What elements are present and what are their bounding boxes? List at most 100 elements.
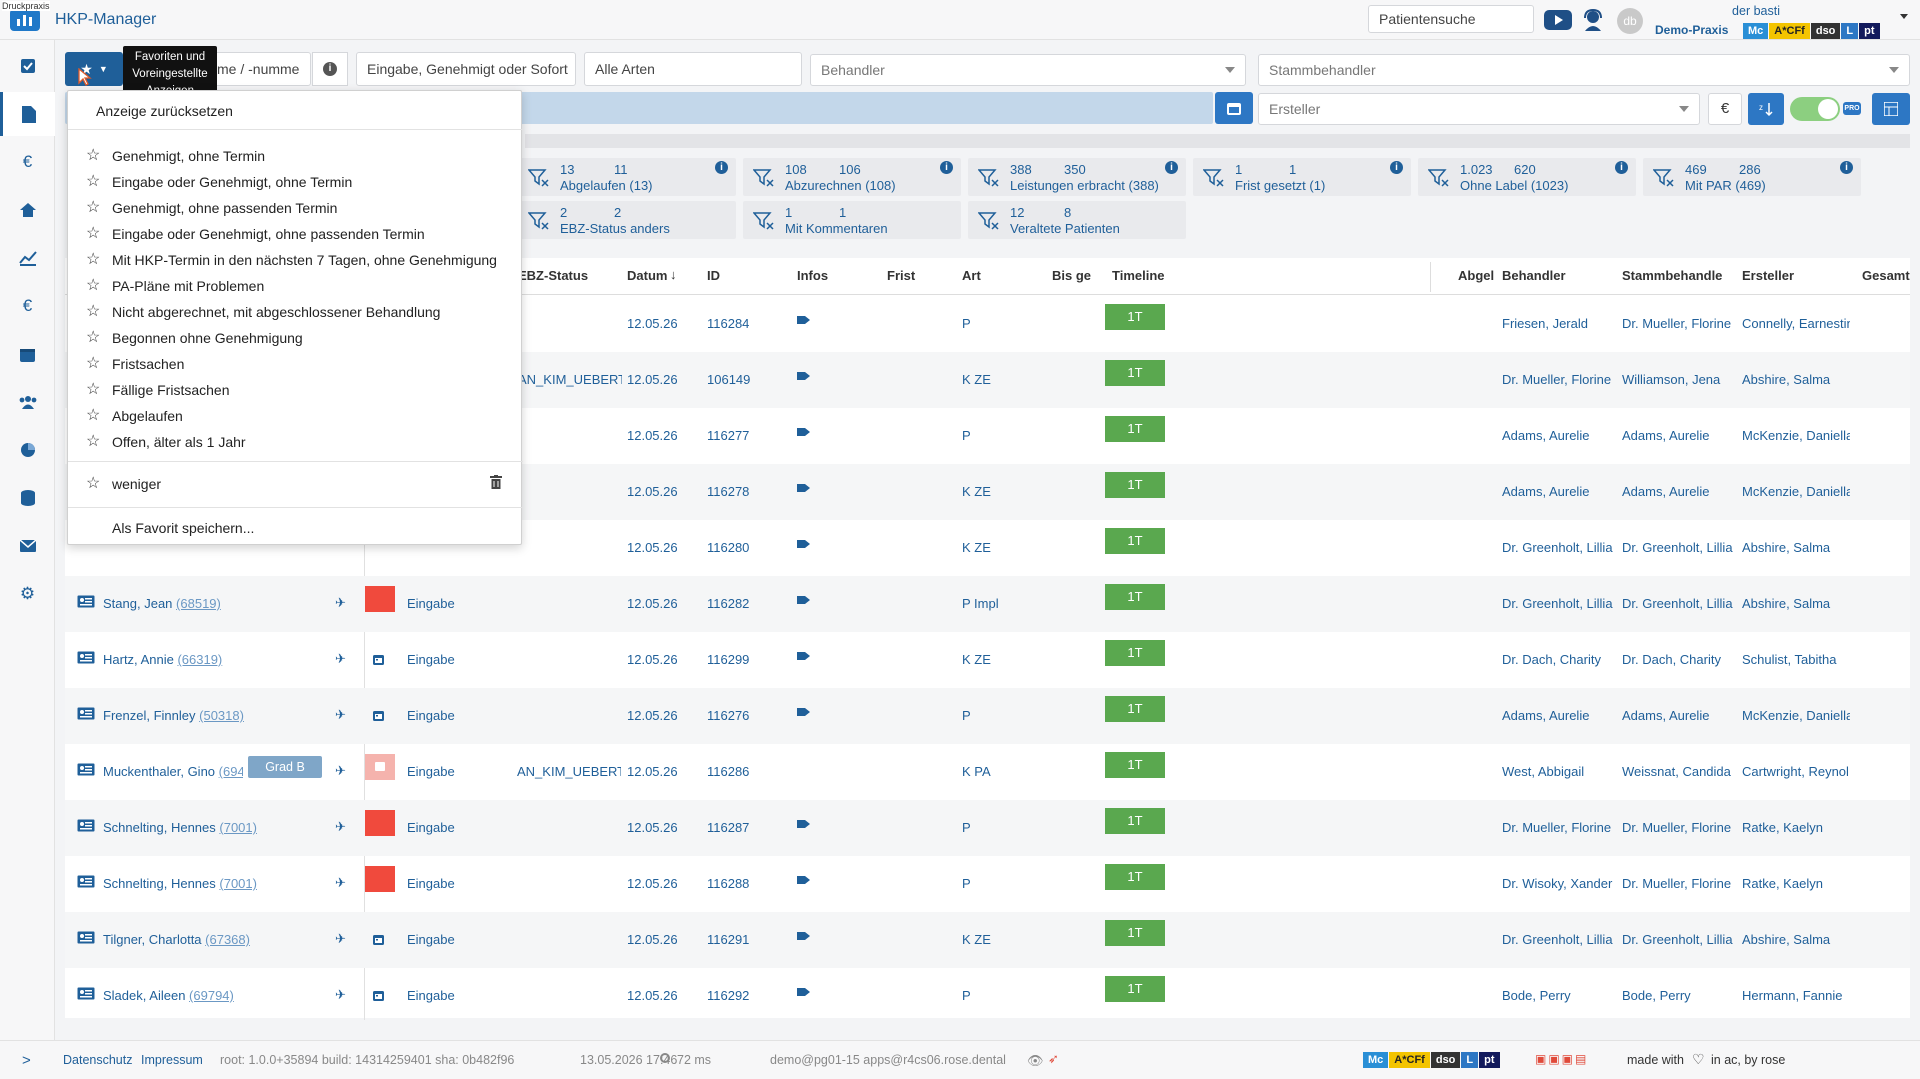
funnel-filter-icon[interactable]: [527, 167, 550, 187]
sidebar-euro-icon[interactable]: €: [0, 140, 55, 184]
pin-icon[interactable]: ✈: [335, 819, 346, 835]
funnel-filter-icon[interactable]: [977, 210, 1000, 230]
col-infos[interactable]: Infos: [797, 268, 828, 283]
funnel-filter-icon[interactable]: [1202, 167, 1225, 187]
patient-card-icon[interactable]: [77, 763, 95, 779]
eye-icon[interactable]: 👁: [1027, 1053, 1044, 1069]
col-gesamt[interactable]: Gesamt: [1862, 268, 1910, 283]
behandler-name[interactable]: Friesen, Jerald: [1502, 316, 1617, 331]
favorite-preset-item[interactable]: ☆ Begonnen ohne Genehmigung: [68, 325, 523, 351]
info-tag-icon[interactable]: [797, 873, 811, 888]
ersteller-name[interactable]: Abshire, Salma: [1742, 932, 1850, 947]
pin-icon[interactable]: ✈: [335, 707, 346, 723]
filter-tile[interactable]: 1.023 620 Ohne Label (1023) i: [1418, 158, 1636, 196]
pin-icon[interactable]: ✈: [335, 875, 346, 891]
info-tag-icon[interactable]: [797, 593, 811, 608]
behandler-name[interactable]: Dr. Greenholt, Lillia: [1502, 596, 1617, 611]
sidebar-euro-2-icon[interactable]: €: [0, 284, 55, 328]
table-row[interactable]: Tilgner, Charlotta (67368) ✈ Eingabe 12.05.…: [65, 912, 1910, 968]
star-outline-icon[interactable]: ☆: [86, 353, 100, 373]
stammbehandler-name[interactable]: Dr. Mueller, Florine: [1622, 316, 1739, 331]
calendar-button[interactable]: [1215, 92, 1253, 124]
patient-name[interactable]: Schnelting, Hennes (7001): [103, 876, 313, 891]
less-item[interactable]: ☆ weniger: [68, 471, 523, 497]
table-row[interactable]: Stang, Jean (68519) ✈ Eingabe 12.05.26 11628…: [65, 576, 1910, 632]
sidebar-database-icon[interactable]: [0, 476, 55, 520]
patient-card-icon[interactable]: [77, 707, 95, 723]
col-datum[interactable]: Datum: [627, 268, 687, 283]
ersteller-name[interactable]: Abshire, Salma: [1742, 596, 1850, 611]
patient-id-link[interactable]: (68519): [176, 596, 221, 611]
avatar[interactable]: db: [1617, 8, 1643, 34]
ersteller-name[interactable]: Abshire, Salma: [1742, 540, 1850, 555]
stammbehandler-name[interactable]: Dr. Greenholt, Lillia: [1622, 932, 1739, 947]
col-ebz-status[interactable]: EBZ-Status: [518, 268, 588, 283]
ersteller-name[interactable]: Ratke, Kaelyn: [1742, 820, 1850, 835]
funnel-filter-icon[interactable]: [527, 210, 550, 230]
behandler-select[interactable]: Behandler: [810, 54, 1246, 86]
patient-search-input[interactable]: Patientensuche: [1368, 5, 1534, 33]
ersteller-name[interactable]: Hermann, Fannie: [1742, 988, 1850, 1003]
app-logo-icon[interactable]: [10, 9, 40, 31]
hkp-id[interactable]: 116276: [707, 708, 749, 723]
table-row[interactable]: Schnelting, Hennes (7001) ✈ Eingabe 12.05.2…: [65, 856, 1910, 912]
appointment-calendar-icon[interactable]: [373, 709, 384, 724]
info-tag-icon[interactable]: [797, 985, 811, 1000]
ersteller-name[interactable]: Cartwright, Reynol: [1742, 764, 1850, 779]
star-outline-icon[interactable]: ☆: [86, 379, 100, 399]
favorite-preset-item[interactable]: ☆ Offen, älter als 1 Jahr: [68, 429, 523, 455]
impressum-link[interactable]: Impressum: [141, 1053, 203, 1067]
behandler-name[interactable]: West, Abbigail: [1502, 764, 1617, 779]
behandler-name[interactable]: Bode, Perry: [1502, 988, 1617, 1003]
stammbehandler-name[interactable]: Adams, Aurelie: [1622, 428, 1739, 443]
practice-name[interactable]: Demo-Praxis: [1655, 23, 1728, 37]
col-bis-ge[interactable]: Bis ge: [1052, 268, 1091, 283]
behandler-name[interactable]: Dr. Dach, Charity: [1502, 652, 1617, 667]
patient-id-link[interactable]: (50318): [199, 708, 244, 723]
save-favorite-item[interactable]: Als Favorit speichern...: [68, 515, 523, 541]
tile-info-icon[interactable]: i: [940, 161, 953, 174]
patient-id-link[interactable]: (67368): [205, 932, 250, 947]
ersteller-name[interactable]: McKenzie, Daniella: [1742, 708, 1850, 723]
tile-info-icon[interactable]: i: [1840, 161, 1853, 174]
ersteller-name[interactable]: Connelly, Earnestin: [1742, 316, 1850, 331]
filter-tile[interactable]: 12 8 Veraltete Patienten: [968, 201, 1186, 239]
stammbehandler-name[interactable]: Dr. Mueller, Florine: [1622, 820, 1739, 835]
pin-icon[interactable]: ✈: [335, 651, 346, 667]
ersteller-name[interactable]: McKenzie, Daniella: [1742, 484, 1850, 499]
info-tag-icon[interactable]: [797, 313, 811, 328]
stammbehandler-name[interactable]: Adams, Aurelie: [1622, 484, 1739, 499]
rocket-icon[interactable]: ➶: [1048, 1051, 1059, 1067]
col-art[interactable]: Art: [962, 268, 981, 283]
hkp-id[interactable]: 116286: [707, 764, 749, 779]
tile-info-icon[interactable]: i: [1615, 161, 1628, 174]
patient-card-icon[interactable]: [77, 595, 95, 611]
user-name[interactable]: der basti: [1710, 4, 1780, 18]
user-menu-chevron-icon[interactable]: [1900, 14, 1908, 19]
patient-name[interactable]: Stang, Jean (68519): [103, 596, 313, 611]
favorite-preset-item[interactable]: ☆ Fällige Fristsachen: [68, 377, 523, 403]
behandler-name[interactable]: Adams, Aurelie: [1502, 428, 1617, 443]
favorite-preset-item[interactable]: ☆ Nicht abgerechnet, mit abgeschlossener …: [68, 299, 523, 325]
youtube-icon[interactable]: [1544, 10, 1572, 30]
ersteller-name[interactable]: Abshire, Salma: [1742, 372, 1850, 387]
sidebar-checklist-icon[interactable]: [0, 44, 55, 88]
pin-icon[interactable]: ✈: [335, 595, 346, 611]
sidebar-users-icon[interactable]: [0, 380, 55, 424]
stammbehandler-name[interactable]: Dr. Greenholt, Lillia: [1622, 596, 1739, 611]
star-outline-icon[interactable]: ☆: [86, 171, 100, 191]
patient-name[interactable]: Frenzel, Finnley (50318): [103, 708, 313, 723]
favorite-preset-item[interactable]: ☆ PA-Pläne mit Problemen: [68, 273, 523, 299]
col-ersteller[interactable]: Ersteller: [1742, 268, 1794, 283]
hkp-id[interactable]: 116292: [707, 988, 749, 1003]
hkp-id[interactable]: 116291: [707, 932, 749, 947]
funnel-filter-icon[interactable]: [977, 167, 1000, 187]
star-outline-icon[interactable]: ☆: [86, 249, 100, 269]
appointment-calendar-icon[interactable]: [373, 989, 384, 1004]
behandler-name[interactable]: Dr. Greenholt, Lillia: [1502, 540, 1617, 555]
stammbehandler-name[interactable]: Bode, Perry: [1622, 988, 1739, 1003]
tile-info-icon[interactable]: i: [715, 161, 728, 174]
favorite-preset-item[interactable]: ☆ Mit HKP-Termin in den nächsten 7 Tagen,…: [68, 247, 523, 273]
app-title[interactable]: HKP-Manager: [55, 11, 156, 29]
funnel-filter-icon[interactable]: [1652, 167, 1675, 187]
